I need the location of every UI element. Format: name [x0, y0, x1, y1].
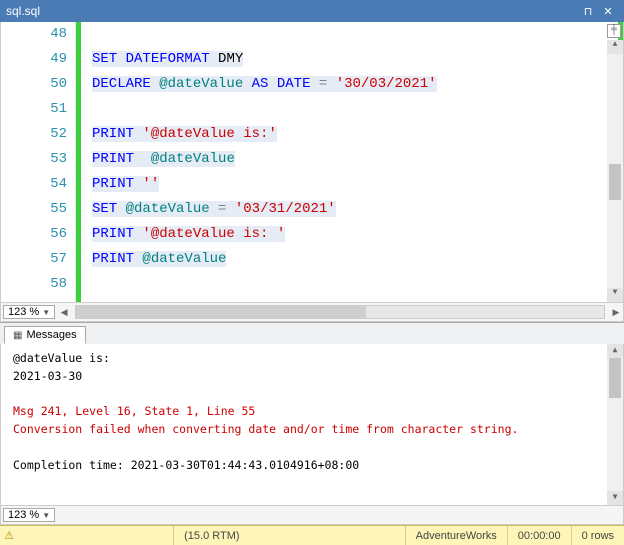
code-line[interactable]: SET DATEFORMAT DMY: [92, 47, 623, 72]
message-line: Completion time: 2021-03-30T01:44:43.010…: [13, 457, 611, 475]
messages-pane[interactable]: @dateValue is: 2021-03-30 Msg 241, Level…: [0, 344, 624, 505]
messages-vscrollbar[interactable]: ▲ ▼: [607, 344, 623, 505]
status-version: (15.0 RTM): [173, 526, 249, 545]
message-line: [13, 386, 611, 404]
file-title: sql.sql: [6, 4, 578, 18]
line-gutter: 4849505152535455565758: [1, 22, 76, 302]
scroll-left-icon[interactable]: ◀: [57, 307, 71, 318]
editor-zoom-row: 123 % ▼ ◀ ▶: [0, 302, 624, 322]
close-icon[interactable]: ✕: [598, 5, 618, 18]
code-area[interactable]: SET DATEFORMAT DMYDECLARE @dateValue AS …: [76, 22, 623, 302]
status-time: 00:00:00: [507, 526, 571, 545]
status-database: AdventureWorks: [405, 526, 507, 545]
code-line[interactable]: DECLARE @dateValue AS DATE = '30/03/2021…: [92, 72, 623, 97]
tab-messages[interactable]: ▦ Messages: [4, 326, 86, 344]
warning-icon: ⚠: [0, 529, 18, 542]
chevron-down-icon: ▼: [42, 511, 50, 520]
hscroll-thumb[interactable]: [76, 306, 366, 318]
editor-hscrollbar[interactable]: [75, 305, 605, 319]
messages-zoom-row: 123 % ▼: [0, 505, 624, 525]
line-number: 57: [1, 247, 67, 272]
message-line: Msg 241, Level 16, State 1, Line 55: [13, 403, 611, 421]
line-number: 50: [1, 72, 67, 97]
line-number: 56: [1, 222, 67, 247]
status-bar: ⚠ (15.0 RTM) AdventureWorks 00:00:00 0 r…: [0, 525, 624, 545]
zoom-combo[interactable]: 123 % ▼: [3, 305, 55, 319]
scroll-thumb[interactable]: [609, 164, 621, 200]
code-line[interactable]: SET @dateValue = '03/31/2021': [92, 197, 623, 222]
editor-vscrollbar[interactable]: ▲ ▼: [607, 40, 623, 302]
titlebar: sql.sql ⊓ ✕: [0, 0, 624, 22]
pin-icon[interactable]: ⊓: [578, 5, 598, 18]
code-line[interactable]: PRINT @dateValue: [92, 247, 623, 272]
output-tabs: ▦ Messages: [0, 322, 624, 344]
code-line[interactable]: PRINT '': [92, 172, 623, 197]
code-line[interactable]: [92, 22, 623, 47]
scroll-right-icon[interactable]: ▶: [609, 307, 623, 318]
line-number: 53: [1, 147, 67, 172]
code-line[interactable]: [92, 97, 623, 122]
message-line: 2021-03-30: [13, 368, 611, 386]
scroll-up-icon[interactable]: ▲: [607, 40, 623, 54]
scroll-thumb[interactable]: [609, 358, 621, 398]
zoom-value: 123 %: [8, 306, 39, 318]
editor-pane: 4849505152535455565758 SET DATEFORMAT DM…: [0, 22, 624, 302]
message-line: @dateValue is:: [13, 350, 611, 368]
zoom-combo[interactable]: 123 % ▼: [3, 508, 55, 522]
message-line: [13, 439, 611, 457]
code-line[interactable]: PRINT @dateValue: [92, 147, 623, 172]
messages-icon: ▦: [13, 330, 22, 341]
code-line[interactable]: PRINT '@dateValue is:': [92, 122, 623, 147]
line-number: 52: [1, 122, 67, 147]
scroll-down-icon[interactable]: ▼: [607, 491, 623, 505]
code-line[interactable]: [92, 272, 623, 297]
line-number: 58: [1, 272, 67, 297]
scroll-up-icon[interactable]: ▲: [607, 344, 623, 358]
change-marker-left: [76, 22, 81, 302]
line-number: 51: [1, 97, 67, 122]
status-rows: 0 rows: [571, 526, 624, 545]
zoom-value: 123 %: [8, 509, 39, 521]
line-number: 54: [1, 172, 67, 197]
message-line: Conversion failed when converting date a…: [13, 421, 611, 439]
code-line[interactable]: PRINT '@dateValue is: ': [92, 222, 623, 247]
line-number: 48: [1, 22, 67, 47]
chevron-down-icon: ▼: [42, 308, 50, 317]
scroll-down-icon[interactable]: ▼: [607, 288, 623, 302]
split-collapse-icon[interactable]: ╪: [607, 24, 621, 38]
line-number: 55: [1, 197, 67, 222]
line-number: 49: [1, 47, 67, 72]
tab-label: Messages: [26, 329, 76, 341]
